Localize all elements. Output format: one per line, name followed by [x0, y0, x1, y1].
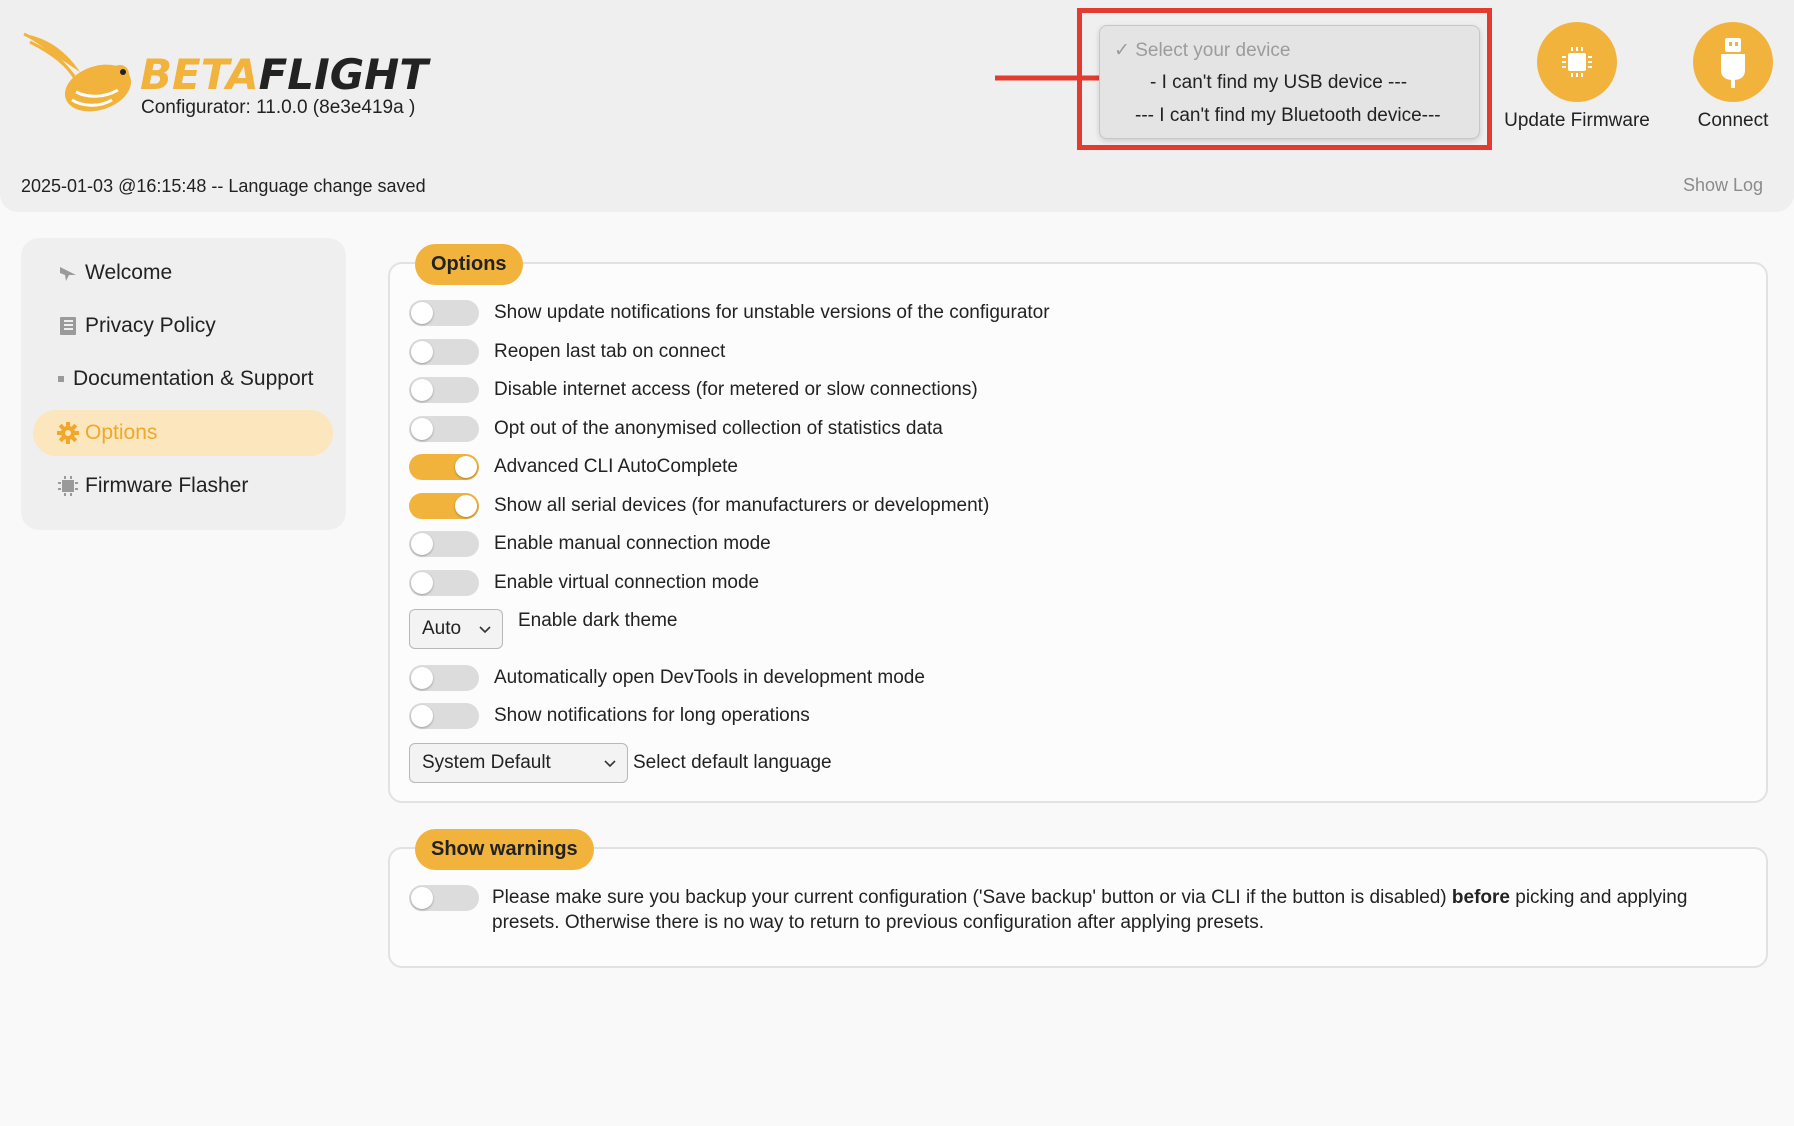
- book-icon: [57, 315, 79, 337]
- language-value: System Default: [422, 752, 551, 773]
- language-select[interactable]: System Default: [409, 743, 628, 783]
- logo-beta: BETA: [140, 50, 259, 99]
- device-option-usb[interactable]: - I can't find my USB device ---: [1150, 72, 1407, 94]
- toggle-opt-out-statistics[interactable]: [409, 416, 479, 442]
- sidebar-item-label: Privacy Policy: [85, 314, 216, 337]
- update-firmware-button[interactable]: Update Firmware: [1502, 22, 1652, 132]
- chip-icon: [1537, 22, 1617, 102]
- logo-wordmark: BETAFLIGHT: [140, 54, 428, 96]
- show-log-link[interactable]: Show Log: [1683, 175, 1763, 196]
- device-select-dropdown[interactable]: ✓ Select your device - I can't find my U…: [1099, 25, 1480, 139]
- checkmark-icon: ✓: [1114, 40, 1130, 61]
- option-row: Advanced CLI AutoComplete: [409, 454, 738, 480]
- sidebar-item-welcome[interactable]: Welcome: [33, 250, 333, 296]
- option-row: Reopen last tab on connect: [409, 339, 725, 365]
- sidebar-item-label: Options: [85, 421, 158, 444]
- option-label: Opt out of the anonymised collection of …: [494, 418, 943, 439]
- sidebar-item-options[interactable]: Options: [33, 410, 333, 456]
- device-select-placeholder: ✓ Select your device: [1114, 39, 1290, 62]
- option-label: Show all serial devices (for manufacture…: [494, 495, 990, 516]
- connect-button[interactable]: Connect: [1658, 22, 1794, 132]
- options-title: Options: [415, 244, 523, 285]
- option-label: Reopen last tab on connect: [494, 341, 726, 362]
- sidebar-item-label: Firmware Flasher: [85, 474, 249, 497]
- sidebar-item-firmware-flasher[interactable]: Firmware Flasher: [33, 463, 333, 509]
- toggle-show-all-serial-devices[interactable]: [409, 493, 479, 519]
- toggle-disable-internet[interactable]: [409, 377, 479, 403]
- chip-icon: [57, 475, 79, 497]
- option-row: Opt out of the anonymised collection of …: [409, 416, 943, 442]
- usb-plug-icon: [1693, 22, 1773, 102]
- sidebar-item-label: Welcome: [85, 261, 173, 284]
- option-label: Disable internet access (for metered or …: [494, 379, 978, 400]
- option-row: Show all serial devices (for manufacture…: [409, 493, 989, 519]
- toggle-virtual-connection[interactable]: [409, 570, 479, 596]
- toggle-unstable-update-notifications[interactable]: [409, 300, 479, 326]
- toggle-show-warnings[interactable]: [409, 885, 479, 911]
- warning-row: [409, 885, 479, 911]
- option-row: Show update notifications for unstable v…: [409, 300, 1050, 326]
- option-row: Show notifications for long operations: [409, 703, 810, 729]
- dark-theme-value: Auto: [422, 618, 462, 639]
- hornet-logo-icon: [23, 32, 132, 112]
- device-option-bluetooth[interactable]: --- I can't find my Bluetooth device---: [1135, 105, 1441, 127]
- option-label: Enable manual connection mode: [494, 533, 771, 554]
- toggle-cli-autocomplete[interactable]: [409, 454, 479, 480]
- status-message: 2025-01-03 @16:15:48 -- Language change …: [21, 176, 426, 196]
- sidebar: Welcome Privacy Policy Documentation & S…: [21, 238, 346, 530]
- option-label: Advanced CLI AutoComplete: [494, 456, 738, 477]
- option-label: Select default language: [633, 752, 832, 773]
- option-row: Enable virtual connection mode: [409, 570, 759, 596]
- warnings-title: Show warnings: [415, 829, 594, 870]
- sidebar-item-privacy-policy[interactable]: Privacy Policy: [33, 303, 333, 349]
- device-placeholder-text: Select your device: [1135, 40, 1291, 61]
- warning-text: Please make sure you backup your current…: [492, 885, 1752, 935]
- option-row: Automatically open DevTools in developme…: [409, 665, 925, 691]
- chevron-down-icon: [604, 760, 616, 768]
- gear-icon: [57, 422, 79, 444]
- options-panel: Options Show update notifications for un…: [388, 244, 1768, 803]
- plane-icon: [57, 262, 79, 284]
- connect-label: Connect: [1697, 110, 1769, 131]
- sidebar-item-documentation[interactable]: Documentation & Support: [33, 356, 333, 402]
- option-label: Show update notifications for unstable v…: [494, 302, 1050, 323]
- sidebar-item-label: Documentation & Support: [73, 367, 314, 390]
- option-row: Enable manual connection mode: [409, 531, 771, 557]
- device-select-highlight: ✓ Select your device - I can't find my U…: [1077, 8, 1492, 150]
- option-label: Automatically open DevTools in developme…: [494, 667, 925, 688]
- option-label: Show notifications for long operations: [494, 705, 810, 726]
- warning-text-bold: before: [1451, 887, 1510, 908]
- bullet-icon: [57, 368, 65, 390]
- language-row: System Default Select default language: [409, 743, 832, 783]
- dark-theme-row: Auto Enable dark theme: [409, 609, 678, 649]
- toggle-manual-connection[interactable]: [409, 531, 479, 557]
- toggle-auto-open-devtools[interactable]: [409, 665, 479, 691]
- warning-text-part: Please make sure you backup your current…: [492, 887, 1452, 908]
- dark-theme-select[interactable]: Auto: [409, 609, 503, 649]
- toggle-reopen-last-tab[interactable]: [409, 339, 479, 365]
- header: BETAFLIGHT Configurator: 11.0.0 (8e3e419…: [0, 0, 1794, 212]
- option-label: Enable dark theme: [518, 610, 678, 631]
- toggle-long-operation-notifications[interactable]: [409, 703, 479, 729]
- option-row: Disable internet access (for metered or …: [409, 377, 978, 403]
- configurator-version: Configurator: 11.0.0 (8e3e419a ): [141, 97, 416, 118]
- warnings-panel: Show warnings Please make sure you backu…: [388, 829, 1768, 968]
- update-firmware-label: Update Firmware: [1504, 110, 1650, 131]
- logo-flight: FLIGHT: [258, 50, 428, 99]
- option-label: Enable virtual connection mode: [494, 572, 760, 593]
- chevron-down-icon: [479, 626, 491, 634]
